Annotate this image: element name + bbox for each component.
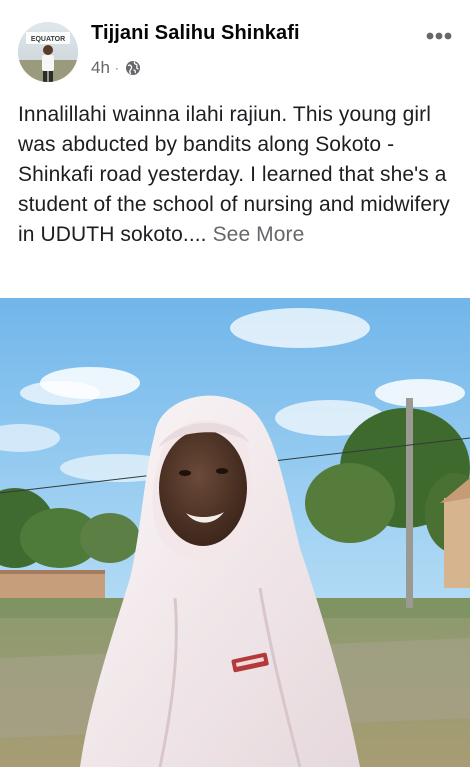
facebook-post: EQUATOR Tijjani Salihu Shinkafi 4h · Inn… bbox=[0, 0, 470, 767]
author-name[interactable]: Tijjani Salihu Shinkafi bbox=[91, 22, 300, 45]
globe-icon bbox=[125, 60, 141, 76]
more-options-button[interactable] bbox=[418, 22, 460, 50]
post-text-ellipsis: ... bbox=[188, 223, 207, 246]
more-options-icon bbox=[426, 32, 452, 40]
avatar-sign-text: EQUATOR bbox=[31, 36, 65, 43]
post-text: Innalillahi wainna ilahi rajiun. This yo… bbox=[18, 100, 464, 250]
post-photo[interactable] bbox=[0, 298, 470, 767]
post-header: EQUATOR Tijjani Salihu Shinkafi 4h · bbox=[0, 0, 470, 92]
see-more-link[interactable]: See More bbox=[213, 223, 305, 246]
meta-separator: · bbox=[114, 61, 119, 75]
author-avatar[interactable]: EQUATOR bbox=[18, 22, 78, 82]
post-meta: 4h · bbox=[91, 57, 141, 79]
post-timestamp[interactable]: 4h bbox=[91, 58, 110, 78]
